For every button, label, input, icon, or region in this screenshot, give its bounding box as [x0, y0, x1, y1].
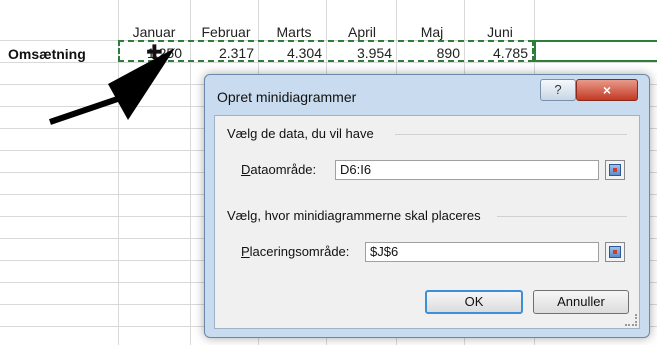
range-selector-icon [609, 164, 621, 176]
location-range-label: Placeringsområde: [241, 244, 350, 259]
group-label-location: Vælg, hvor minidiagrammerne skal placere… [227, 208, 481, 223]
location-range-input[interactable]: $J$6 [365, 242, 599, 262]
cancel-button[interactable]: Annuller [533, 290, 629, 314]
data-range-label: Dataområde: [241, 162, 317, 177]
group-divider [395, 134, 627, 135]
data-range-collapse-button[interactable] [605, 160, 625, 180]
close-button[interactable]: × [576, 79, 638, 101]
sparkline-dialog: Opret minidiagrammer ? × Vælg de data, d… [204, 74, 650, 338]
data-range-input[interactable]: D6:I6 [335, 160, 599, 180]
group-divider [497, 216, 627, 217]
location-range-collapse-button[interactable] [605, 242, 625, 262]
resize-grip-icon[interactable] [625, 314, 637, 326]
dialog-title: Opret minidiagrammer [217, 89, 357, 105]
group-label-data: Vælg de data, du vil have [227, 126, 374, 141]
ok-button[interactable]: OK [425, 290, 523, 314]
dialog-body: Vælg de data, du vil have Dataområde: D6… [214, 115, 640, 329]
range-selector-icon [609, 246, 621, 258]
help-button[interactable]: ? [540, 79, 576, 101]
arrow-head-left [108, 48, 175, 120]
